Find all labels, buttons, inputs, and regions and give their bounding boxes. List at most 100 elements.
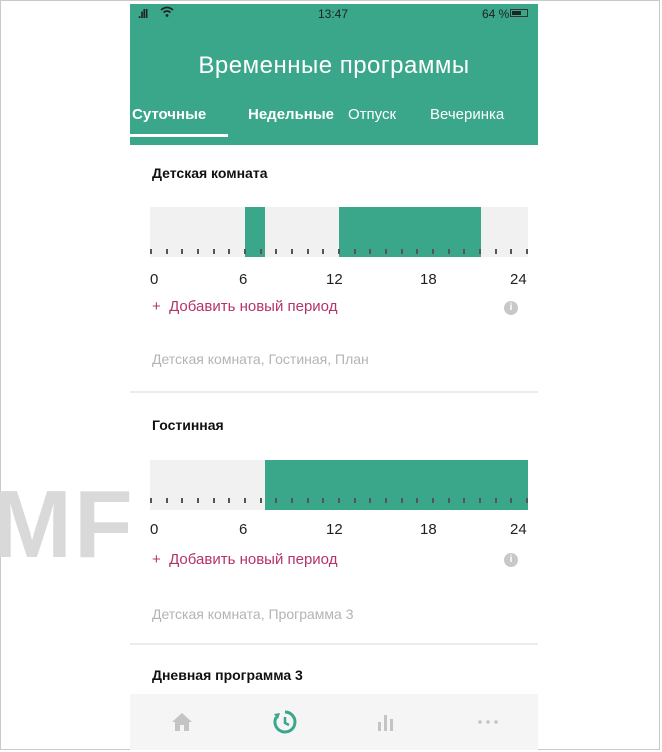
hour-tick <box>338 498 340 503</box>
hour-tick <box>369 498 372 503</box>
page-title: Временные программы <box>198 52 470 79</box>
axis-label-6: 6 <box>239 271 248 288</box>
hour-tick <box>447 498 450 503</box>
status-time: 13:47 <box>318 7 349 21</box>
hour-tick <box>385 498 387 503</box>
tab-weekly[interactable]: Недельные <box>248 106 334 123</box>
info-icon[interactable]: i <box>504 301 518 315</box>
hour-tick <box>306 249 309 254</box>
hour-tick <box>275 249 278 254</box>
hour-tick <box>526 249 528 254</box>
axis-label-12: 12 <box>326 521 343 538</box>
hour-ticks <box>150 498 528 504</box>
hour-tick <box>228 498 231 503</box>
hour-tick <box>432 249 434 254</box>
hour-tick <box>197 249 199 254</box>
hour-tick <box>463 249 466 254</box>
program-used-in: Детская комната, Гостиная, План <box>152 351 369 367</box>
wifi-icon <box>160 6 174 21</box>
add-period-label: Добавить новый период <box>169 551 338 568</box>
status-bar: .ıll 13:47 64 % <box>130 4 538 26</box>
plus-icon: + <box>152 298 161 315</box>
hour-tick <box>181 498 184 503</box>
hour-tick <box>494 249 497 254</box>
program-title[interactable]: Гостинная <box>152 417 224 433</box>
hour-tick <box>322 498 325 503</box>
tab-daily[interactable]: Суточные <box>132 106 206 123</box>
hour-tick <box>291 498 293 503</box>
add-period-label: Добавить новый период <box>169 298 338 315</box>
hour-tick <box>416 498 419 503</box>
axis-label-12: 12 <box>326 271 343 288</box>
axis-label-6: 6 <box>239 521 248 538</box>
hour-tick <box>259 498 262 503</box>
hour-tick <box>479 249 481 254</box>
tab-vacation[interactable]: Отпуск <box>348 106 396 123</box>
info-icon[interactable]: i <box>504 553 518 567</box>
program-title[interactable]: Дневная программа 3 <box>152 667 303 683</box>
tab-party[interactable]: Вечеринка <box>430 106 504 123</box>
program-title[interactable]: Детская комната <box>152 165 268 181</box>
hour-tick <box>385 249 387 254</box>
program-card: Детская комната 0 6 12 18 24 + Добавить … <box>130 145 538 391</box>
bottom-navigation <box>130 694 538 750</box>
hour-tick <box>150 498 152 503</box>
hour-tick <box>259 249 262 254</box>
hour-tick <box>181 249 184 254</box>
add-period-button[interactable]: + Добавить новый период <box>152 298 337 315</box>
add-period-button[interactable]: + Добавить новый период <box>152 551 337 568</box>
hour-tick <box>494 498 497 503</box>
stats-icon <box>378 715 393 731</box>
axis-label-24: 24 <box>510 271 527 288</box>
axis-label-18: 18 <box>420 521 437 538</box>
hour-tick <box>432 498 434 503</box>
hour-ticks <box>150 249 528 255</box>
app-header: .ıll 13:47 64 % Временные программы Суто… <box>130 4 538 145</box>
axis-label-18: 18 <box>420 271 437 288</box>
nav-home[interactable] <box>152 694 212 750</box>
hour-tick <box>338 249 340 254</box>
hour-tick <box>416 249 419 254</box>
hour-tick <box>244 249 246 254</box>
schedule-icon <box>273 710 297 734</box>
hour-tick <box>165 249 168 254</box>
active-tab-indicator <box>130 134 228 137</box>
hour-tick <box>322 249 325 254</box>
hour-tick <box>212 498 215 503</box>
signal-icon: .ıll <box>138 7 148 21</box>
hour-tick <box>353 249 356 254</box>
hour-tick <box>291 249 293 254</box>
hour-tick <box>510 249 513 254</box>
axis-label-24: 24 <box>510 521 527 538</box>
hour-tick <box>244 498 246 503</box>
hour-tick <box>353 498 356 503</box>
hour-tick <box>400 498 403 503</box>
hour-tick <box>400 249 403 254</box>
home-icon <box>172 713 192 731</box>
program-used-in: Детская комната, Программа 3 <box>152 606 354 622</box>
program-card: Гостинная 0 6 12 18 24 + Добавить новый … <box>130 393 538 643</box>
nav-more[interactable] <box>458 694 518 750</box>
battery-icon <box>510 9 528 17</box>
hour-tick <box>306 498 309 503</box>
hour-tick <box>479 498 481 503</box>
hour-tick <box>228 249 231 254</box>
plus-icon: + <box>152 551 161 568</box>
phone-screen: .ıll 13:47 64 % Временные программы Суто… <box>130 4 538 750</box>
axis-label-0: 0 <box>150 521 159 538</box>
hour-tick <box>447 249 450 254</box>
axis-label-0: 0 <box>150 271 159 288</box>
hour-tick <box>463 498 466 503</box>
battery-percent: 64 % <box>482 7 510 21</box>
tab-bar: Суточные Недельные Отпуск Вечеринка <box>130 104 538 140</box>
hour-tick <box>369 249 372 254</box>
hour-tick <box>510 498 513 503</box>
section-divider <box>130 643 538 645</box>
hour-tick <box>150 249 152 254</box>
hour-tick <box>197 498 199 503</box>
nav-schedule[interactable] <box>255 694 315 750</box>
hour-tick <box>526 498 528 503</box>
more-icon <box>478 720 498 724</box>
hour-tick <box>275 498 278 503</box>
nav-stats[interactable] <box>356 694 416 750</box>
